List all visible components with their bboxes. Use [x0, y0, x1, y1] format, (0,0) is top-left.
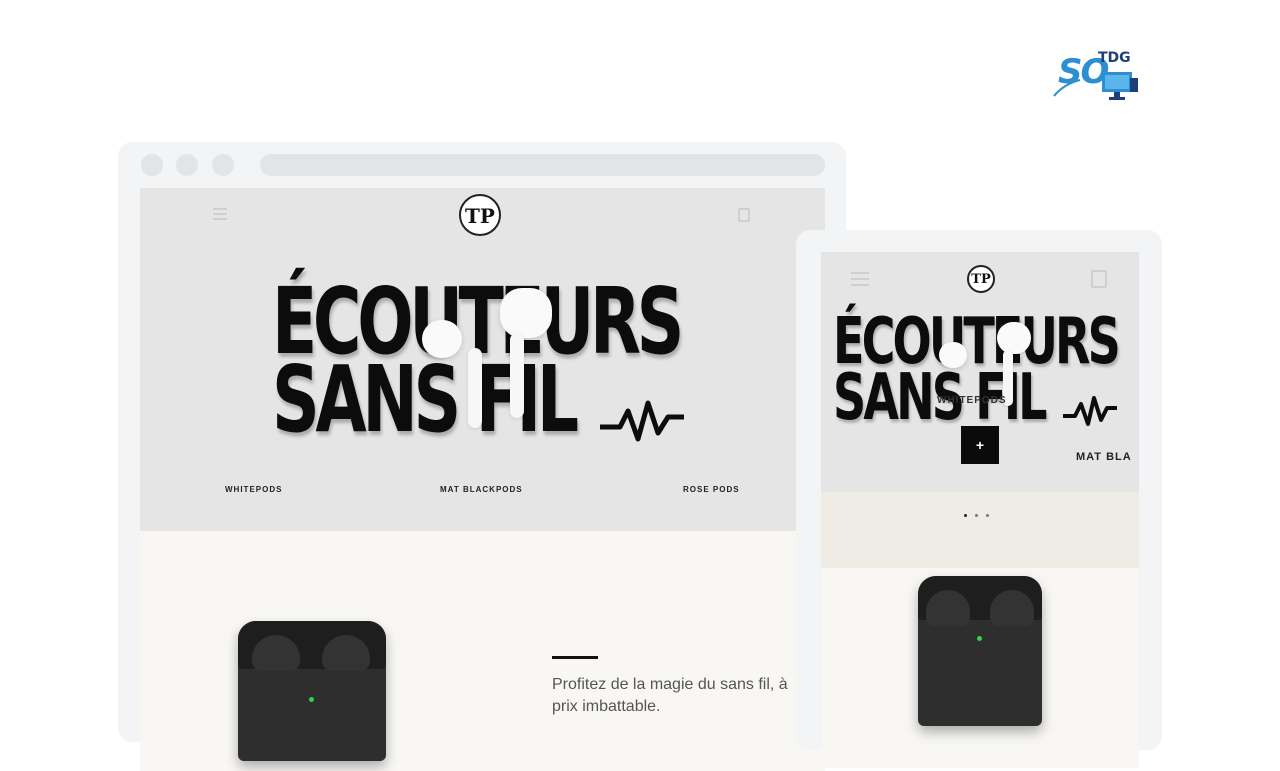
address-bar[interactable] — [260, 154, 825, 176]
earbud-left-stem — [468, 348, 482, 428]
next-product-label[interactable]: MAT BLA — [1076, 451, 1132, 463]
earbud-left — [422, 320, 462, 358]
divider — [552, 656, 598, 659]
window-control-dot — [176, 154, 198, 176]
desktop-hero: TP ÉCOUTEURS SANS FIL WHITEPODS MAT BLAC… — [140, 188, 825, 531]
earbud-right — [500, 288, 552, 338]
site-logo[interactable]: TP — [459, 194, 501, 236]
mobile-mockup: TP ÉCOUTEURS SANS FIL WHITEPODS + MAT BL… — [796, 230, 1162, 768]
tab-mat-blackpods[interactable]: MAT BLACKPODS — [440, 485, 523, 494]
tab-whitepods[interactable]: WHITEPODS — [225, 485, 282, 494]
earbud-left — [939, 342, 967, 368]
carousel-strip — [821, 492, 1139, 568]
earbud-right-stem — [510, 333, 524, 418]
window-control-dot — [212, 154, 234, 176]
menu-icon[interactable] — [851, 272, 869, 290]
tab-rose-pods[interactable]: ROSE PODS — [683, 485, 740, 494]
monitor-icon — [1102, 72, 1138, 100]
earbuds-case-image — [238, 621, 386, 761]
mobile-product-section — [821, 568, 1139, 768]
menu-icon[interactable] — [213, 208, 227, 223]
plus-icon[interactable]: + — [961, 426, 999, 464]
desktop-product-section: Profitez de la magie du sans fil, à prix… — [140, 531, 825, 771]
earbuds-case-image — [918, 576, 1042, 726]
bag-icon[interactable] — [1091, 270, 1107, 288]
carousel-dots[interactable] — [964, 504, 997, 522]
product-label: WHITEPODS — [937, 395, 1007, 406]
pulse-wave-icon — [600, 400, 684, 442]
earbud-right — [997, 322, 1031, 354]
brand-logo-tdg: TDG — [1098, 50, 1131, 66]
site-logo[interactable]: TP — [967, 265, 995, 293]
window-control-dot — [141, 154, 163, 176]
tagline: Profitez de la magie du sans fil, à prix… — [552, 676, 788, 715]
desktop-browser-mockup: TP ÉCOUTEURS SANS FIL WHITEPODS MAT BLAC… — [118, 142, 846, 771]
bag-icon[interactable] — [738, 208, 750, 222]
brand-logo: SO TDG — [1052, 48, 1152, 118]
mobile-hero: TP ÉCOUTEURS SANS FIL WHITEPODS + MAT BL… — [821, 252, 1139, 492]
pulse-wave-icon — [1063, 396, 1117, 426]
brand-swoosh-icon — [1053, 79, 1081, 97]
